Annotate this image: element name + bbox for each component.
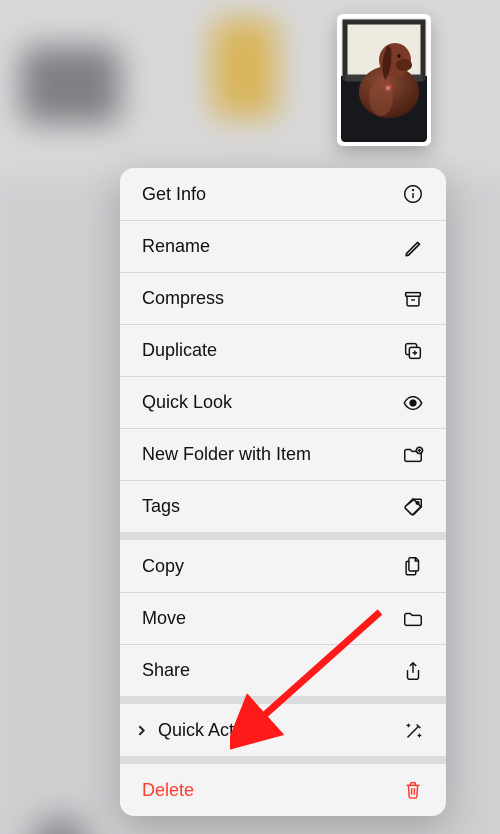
menu-item-delete[interactable]: Delete: [120, 764, 446, 816]
menu-item-label: Compress: [142, 288, 402, 309]
wand-stars-icon: [402, 719, 424, 741]
menu-item-compress[interactable]: Compress: [120, 272, 446, 324]
menu-item-label: Quick Look: [142, 392, 402, 413]
folder-badge-plus-icon: [402, 444, 424, 466]
menu-item-rename[interactable]: Rename: [120, 220, 446, 272]
menu-group-separator: [120, 532, 446, 540]
menu-item-quick-actions[interactable]: Quick Actions: [120, 704, 446, 756]
folder-icon: [402, 608, 424, 630]
menu-item-label: Get Info: [142, 184, 402, 205]
menu-item-quick-look[interactable]: Quick Look: [120, 376, 446, 428]
menu-item-label: Duplicate: [142, 340, 402, 361]
menu-item-tags[interactable]: Tags: [120, 480, 446, 532]
pencil-icon: [402, 236, 424, 258]
menu-item-duplicate[interactable]: Duplicate: [120, 324, 446, 376]
file-preview-thumbnail[interactable]: [337, 14, 431, 146]
doc-on-doc-icon: [402, 555, 424, 577]
menu-group-separator: [120, 756, 446, 764]
menu-item-get-info[interactable]: Get Info: [120, 168, 446, 220]
menu-item-share[interactable]: Share: [120, 644, 446, 696]
menu-group-1: Get Info Rename Compress Duplicate Quick…: [120, 168, 446, 532]
share-icon: [402, 660, 424, 682]
menu-item-label: Delete: [142, 780, 402, 801]
menu-group-3: Quick Actions: [120, 704, 446, 756]
trash-icon: [402, 779, 424, 801]
menu-item-label: Tags: [142, 496, 402, 517]
plus-square-on-square-icon: [402, 340, 424, 362]
eye-icon: [402, 392, 424, 414]
menu-group-2: Copy Move Share: [120, 540, 446, 696]
menu-item-move[interactable]: Move: [120, 592, 446, 644]
menu-item-label: Move: [142, 608, 402, 629]
tag-icon: [402, 496, 424, 518]
info-circle-icon: [402, 183, 424, 205]
menu-item-label: Rename: [142, 236, 402, 257]
menu-group-4: Delete: [120, 764, 446, 816]
menu-item-new-folder-with-item[interactable]: New Folder with Item: [120, 428, 446, 480]
menu-item-copy[interactable]: Copy: [120, 540, 446, 592]
file-preview-image: [341, 18, 427, 142]
menu-group-separator: [120, 696, 446, 704]
menu-item-label: New Folder with Item: [142, 444, 402, 465]
context-menu: Get Info Rename Compress Duplicate Quick…: [120, 168, 446, 816]
archivebox-icon: [402, 288, 424, 310]
menu-item-label: Quick Actions: [158, 720, 402, 741]
menu-item-label: Copy: [142, 556, 402, 577]
chevron-right-icon: [128, 724, 154, 737]
menu-item-label: Share: [142, 660, 402, 681]
